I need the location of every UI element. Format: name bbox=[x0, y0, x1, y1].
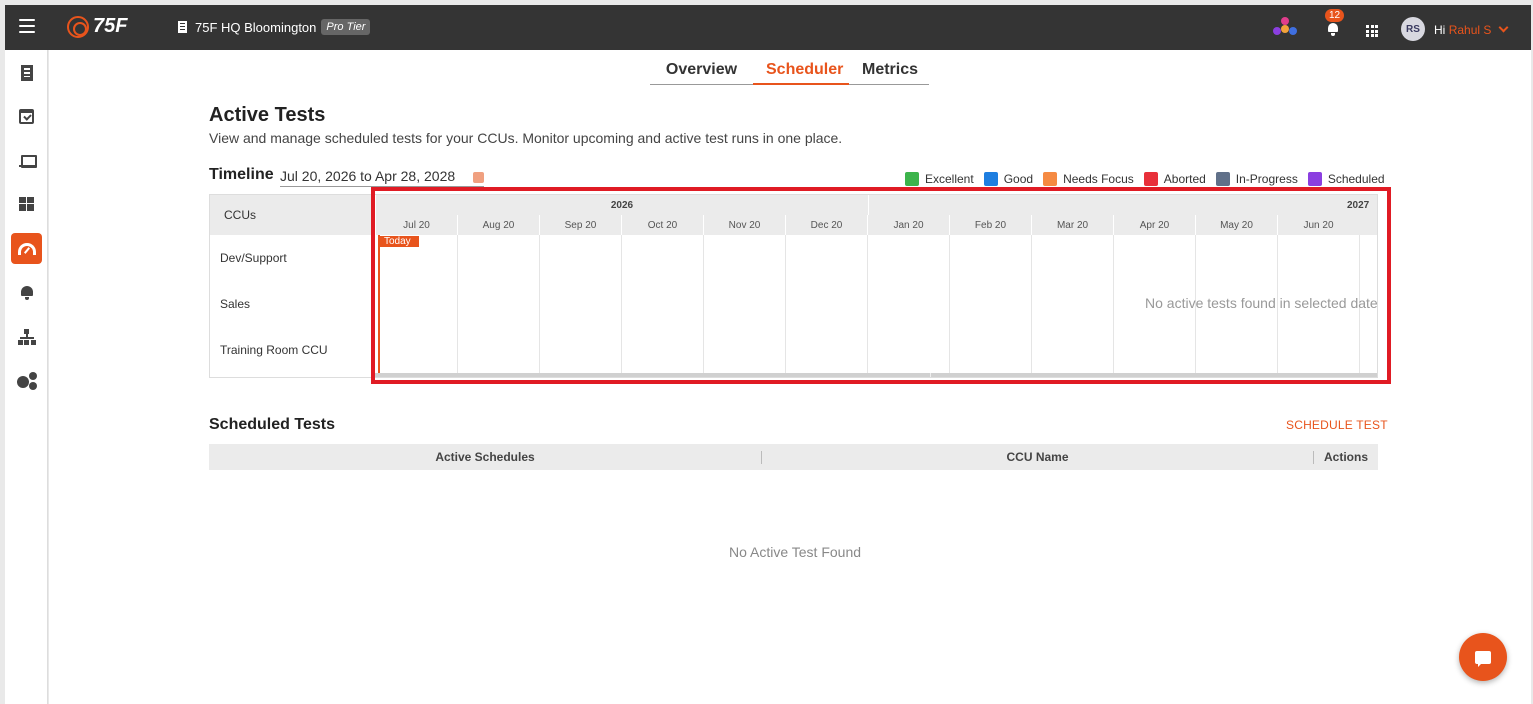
legend-item: Excellent bbox=[905, 172, 974, 186]
legend-item: Good bbox=[983, 172, 1034, 186]
chat-button[interactable] bbox=[1459, 633, 1507, 681]
top-bar: 75F 75F HQ Bloomington Pro Tier 12 RS Hi… bbox=[5, 5, 1531, 50]
dashboard-icon bbox=[19, 196, 34, 211]
page-subtitle: View and manage scheduled tests for your… bbox=[209, 130, 843, 146]
main-content: Overview Scheduler Metrics Active Tests … bbox=[49, 50, 1531, 704]
column-header[interactable]: Active Schedules bbox=[209, 444, 761, 470]
site-name: 75F HQ Bloomington bbox=[195, 19, 317, 35]
user-name: Rahul S bbox=[1448, 23, 1492, 37]
date-range-picker[interactable]: Jul 20, 2026 to Apr 28, 2028 bbox=[280, 168, 485, 187]
gears-icon bbox=[16, 371, 37, 390]
building-icon bbox=[178, 21, 187, 33]
page-title: Active Tests bbox=[209, 104, 326, 126]
highlight-box bbox=[371, 187, 1391, 384]
legend-swatch bbox=[905, 172, 919, 186]
date-range-value: Jul 20, 2026 to Apr 28, 2028 bbox=[280, 168, 456, 184]
sidebar bbox=[5, 50, 48, 704]
ccu-row[interactable]: Dev/Support bbox=[210, 235, 371, 281]
tab-bar: Overview Scheduler Metrics bbox=[650, 58, 929, 85]
legend-swatch bbox=[983, 172, 998, 186]
ccu-header: CCUs bbox=[210, 195, 371, 235]
legend-label: Good bbox=[1003, 172, 1034, 186]
legend-item: In-Progress bbox=[1215, 172, 1298, 186]
legend-label: In-Progress bbox=[1235, 172, 1298, 186]
sidebar-item-building[interactable] bbox=[11, 57, 42, 88]
tab-metrics[interactable]: Metrics bbox=[849, 58, 929, 85]
notifications-bell-icon[interactable] bbox=[1327, 23, 1339, 36]
legend-item: Needs Focus bbox=[1043, 172, 1134, 186]
flame-logo-icon bbox=[67, 15, 89, 38]
legend-swatch bbox=[1215, 172, 1230, 186]
brand-name: 75F bbox=[93, 15, 128, 37]
legend-swatch bbox=[1043, 172, 1058, 186]
site-selector[interactable]: 75F HQ Bloomington Pro Tier bbox=[178, 19, 371, 35]
user-menu[interactable]: Hi Rahul S bbox=[1434, 22, 1509, 37]
sidebar-item-hierarchy[interactable] bbox=[11, 321, 42, 352]
sidebar-item-tests[interactable] bbox=[11, 233, 42, 264]
sidebar-item-alerts[interactable] bbox=[11, 277, 42, 308]
apps-logo-icon[interactable] bbox=[1273, 17, 1297, 41]
legend-item: Aborted bbox=[1143, 172, 1206, 186]
notification-badge: 12 bbox=[1325, 9, 1345, 22]
legend-swatch bbox=[1307, 172, 1322, 186]
tab-scheduler[interactable]: Scheduler bbox=[753, 58, 849, 85]
logo[interactable]: 75F bbox=[67, 15, 127, 38]
tab-overview[interactable]: Overview bbox=[650, 58, 753, 85]
column-header: Actions bbox=[1323, 450, 1368, 464]
legend-label: Excellent bbox=[925, 172, 974, 186]
avatar[interactable]: RS bbox=[1401, 17, 1425, 41]
ccu-list: CCUs Dev/Support Sales Training Room CCU bbox=[209, 194, 372, 378]
greeting: Hi bbox=[1434, 23, 1446, 37]
sidebar-item-devices[interactable] bbox=[11, 145, 42, 176]
schedule-test-button[interactable]: SCHEDULE TEST bbox=[1286, 418, 1388, 432]
chat-icon bbox=[1475, 650, 1491, 667]
menu-icon[interactable] bbox=[19, 19, 35, 33]
status-legend: Excellent Good Needs Focus Aborted In-Pr… bbox=[905, 172, 1385, 186]
tier-badge: Pro Tier bbox=[321, 19, 371, 35]
gauge-icon bbox=[17, 242, 36, 255]
hierarchy-icon bbox=[17, 328, 36, 345]
legend-swatch bbox=[1143, 172, 1158, 186]
scheduled-table-header: Active Schedules CCU Name Actions bbox=[209, 444, 1378, 470]
legend-label: Scheduled bbox=[1327, 172, 1385, 186]
chevron-down-icon bbox=[1498, 22, 1509, 33]
bell-icon bbox=[20, 285, 33, 300]
legend-label: Aborted bbox=[1163, 172, 1206, 186]
building-icon bbox=[20, 64, 33, 81]
sidebar-item-settings[interactable] bbox=[11, 365, 42, 396]
app-grid-icon[interactable] bbox=[1366, 25, 1378, 37]
column-header[interactable]: CCU Name bbox=[762, 444, 1313, 470]
legend-label: Needs Focus bbox=[1063, 172, 1134, 186]
ccu-row[interactable]: Training Room CCU bbox=[210, 327, 371, 373]
sidebar-item-dashboard[interactable] bbox=[11, 188, 42, 219]
calendar-check-icon bbox=[19, 109, 34, 124]
legend-item: Scheduled bbox=[1307, 172, 1385, 186]
scheduled-tests-title: Scheduled Tests bbox=[209, 416, 335, 433]
sidebar-item-schedule[interactable] bbox=[11, 101, 42, 132]
ccu-row[interactable]: Sales bbox=[210, 281, 371, 327]
calendar-icon[interactable] bbox=[473, 171, 485, 183]
timeline-label: Timeline bbox=[209, 166, 274, 183]
laptop-icon bbox=[18, 154, 37, 168]
empty-table-message: No Active Test Found bbox=[729, 544, 862, 560]
